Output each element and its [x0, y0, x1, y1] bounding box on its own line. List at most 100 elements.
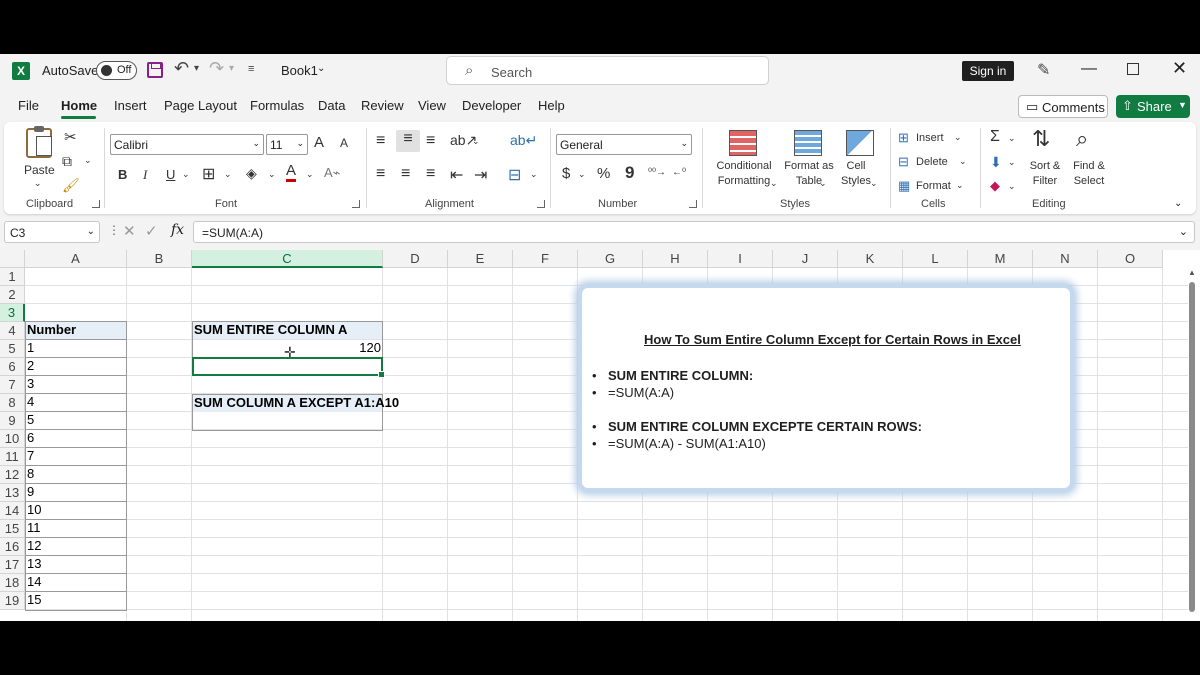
autosum-icon[interactable]: Σ	[990, 128, 1000, 146]
align-bottom-icon[interactable]: ≡	[426, 132, 435, 150]
search-box[interactable]: ⌕ Search	[446, 56, 769, 85]
font-color-dropdown-icon[interactable]: ⌄	[306, 169, 314, 180]
underline-button[interactable]: U	[166, 167, 175, 182]
row-header-14[interactable]: 14	[0, 502, 25, 520]
column-header-j[interactable]: J	[773, 250, 838, 268]
decrease-decimal-icon[interactable]: ←⁰	[672, 167, 686, 178]
tab-developer[interactable]: Developer	[462, 98, 521, 113]
save-icon[interactable]	[147, 62, 163, 78]
wrap-text-icon[interactable]: ab↵	[510, 132, 537, 149]
more-icon[interactable]: ⋮	[108, 223, 120, 237]
fill-icon[interactable]: ⬇	[990, 154, 1002, 171]
row-header-11[interactable]: 11	[0, 448, 25, 466]
row-header-10[interactable]: 10	[0, 430, 25, 448]
close-icon[interactable]: ✕	[1172, 58, 1187, 79]
tab-help[interactable]: Help	[538, 98, 565, 113]
customize-qat-icon[interactable]: ≡	[248, 63, 254, 75]
align-top-icon[interactable]: ≡	[376, 132, 385, 150]
fill-color-icon[interactable]: ◈	[246, 165, 257, 182]
column-header-d[interactable]: D	[383, 250, 448, 268]
column-header-i[interactable]: I	[708, 250, 773, 268]
row-header-6[interactable]: 6	[0, 358, 25, 376]
maximize-icon[interactable]	[1127, 63, 1139, 75]
cell-a12[interactable]: 11	[25, 519, 127, 537]
cell-a16[interactable]: 15	[25, 591, 127, 609]
cell-c1[interactable]: SUM ENTIRE COLUMN A	[192, 321, 383, 339]
find-select-button[interactable]: Find & Select	[1068, 159, 1110, 189]
cancel-formula-icon[interactable]: ✕	[123, 222, 136, 240]
merge-center-icon[interactable]: ⊟	[508, 165, 521, 185]
cell-a13[interactable]: 12	[25, 537, 127, 555]
autosave-toggle[interactable]: Off	[96, 61, 137, 80]
format-cells-icon[interactable]: ▦	[898, 178, 910, 194]
copy-icon[interactable]: ⧉	[62, 153, 72, 170]
comments-button[interactable]: ▭ Comments	[1018, 95, 1108, 118]
font-color-icon[interactable]: A	[286, 163, 297, 182]
tab-review[interactable]: Review	[361, 98, 404, 113]
paste-dropdown-icon[interactable]: ⌄	[34, 178, 42, 189]
tab-home[interactable]: Home	[61, 98, 97, 113]
increase-indent-icon[interactable]: ⇥	[474, 165, 487, 185]
number-format-select[interactable]: General ⌄	[556, 134, 692, 155]
enter-formula-icon[interactable]: ✓	[145, 222, 158, 240]
cell-a5[interactable]: 4	[25, 393, 127, 411]
row-header-13[interactable]: 13	[0, 484, 25, 502]
pen-icon[interactable]: ✎	[1037, 60, 1050, 80]
shrink-font-button[interactable]: A	[340, 136, 348, 150]
format-as-table-button[interactable]: Format as Table	[780, 159, 838, 189]
font-launcher-icon[interactable]	[352, 200, 360, 208]
grow-font-button[interactable]: A	[314, 134, 324, 151]
row-header-18[interactable]: 18	[0, 574, 25, 592]
cell-a4[interactable]: 3	[25, 375, 127, 393]
insert-function-icon[interactable]: fx	[171, 222, 184, 238]
tab-file[interactable]: File	[18, 98, 39, 113]
chevron-down-icon[interactable]: ⌄	[1008, 133, 1016, 144]
conditional-formatting-icon[interactable]	[729, 130, 757, 156]
column-header-e[interactable]: E	[448, 250, 513, 268]
column-header-c[interactable]: C	[192, 250, 383, 268]
cell-a6[interactable]: 5	[25, 411, 127, 429]
undo-icon[interactable]: ↶	[174, 58, 189, 79]
fill-dropdown-icon[interactable]: ⌄	[268, 169, 276, 180]
font-size-select[interactable]: 11 ⌄	[266, 134, 308, 155]
alignment-launcher-icon[interactable]	[537, 200, 545, 208]
format-cells-button[interactable]: Format	[916, 180, 951, 192]
chevron-down-icon[interactable]: ⌄	[954, 132, 962, 143]
name-box[interactable]: C3 ⌄	[4, 221, 100, 243]
expand-formula-icon[interactable]: ⌄	[1179, 225, 1188, 238]
row-header-5[interactable]: 5	[0, 340, 25, 358]
column-header-n[interactable]: N	[1033, 250, 1098, 268]
tab-page-layout[interactable]: Page Layout	[164, 98, 237, 113]
column-header-k[interactable]: K	[838, 250, 903, 268]
paste-button[interactable]: Paste	[24, 163, 55, 177]
share-button[interactable]: ⇧ Share ▼	[1116, 95, 1190, 118]
insert-cells-button[interactable]: Insert	[916, 132, 944, 144]
tab-view[interactable]: View	[418, 98, 446, 113]
sort-filter-button[interactable]: Sort & Filter	[1026, 159, 1064, 189]
number-launcher-icon[interactable]	[689, 200, 697, 208]
clear-icon[interactable]: ◆	[990, 178, 1000, 194]
cell-a8[interactable]: 7	[25, 447, 127, 465]
currency-dropdown-icon[interactable]: ⌄	[578, 169, 586, 180]
redo-icon[interactable]: ↷	[209, 58, 224, 79]
align-left-icon[interactable]: ≡	[376, 165, 385, 183]
copy-dropdown-icon[interactable]: ⌄	[84, 155, 92, 166]
row-header-17[interactable]: 17	[0, 556, 25, 574]
vertical-scrollbar[interactable]: ▲	[1188, 268, 1196, 621]
row-header-15[interactable]: 15	[0, 520, 25, 538]
row-header-19[interactable]: 19	[0, 592, 25, 610]
row-header-3[interactable]: 3	[0, 304, 25, 322]
minimize-icon[interactable]: —	[1081, 60, 1097, 78]
row-header-9[interactable]: 9	[0, 412, 25, 430]
sort-filter-icon[interactable]: ⇅	[1032, 126, 1050, 152]
tab-formulas[interactable]: Formulas	[250, 98, 304, 113]
chevron-down-icon[interactable]: ⌄	[956, 180, 964, 191]
chevron-down-icon[interactable]: ⌄	[770, 178, 778, 189]
clipboard-launcher-icon[interactable]	[92, 200, 100, 208]
cell-styles-icon[interactable]	[846, 130, 874, 156]
currency-button[interactable]: $	[562, 165, 570, 182]
underline-dropdown-icon[interactable]: ⌄	[182, 169, 190, 180]
document-title[interactable]: Book1	[281, 63, 318, 78]
borders-icon[interactable]: ⊞	[202, 164, 215, 184]
row-header-8[interactable]: 8	[0, 394, 25, 412]
